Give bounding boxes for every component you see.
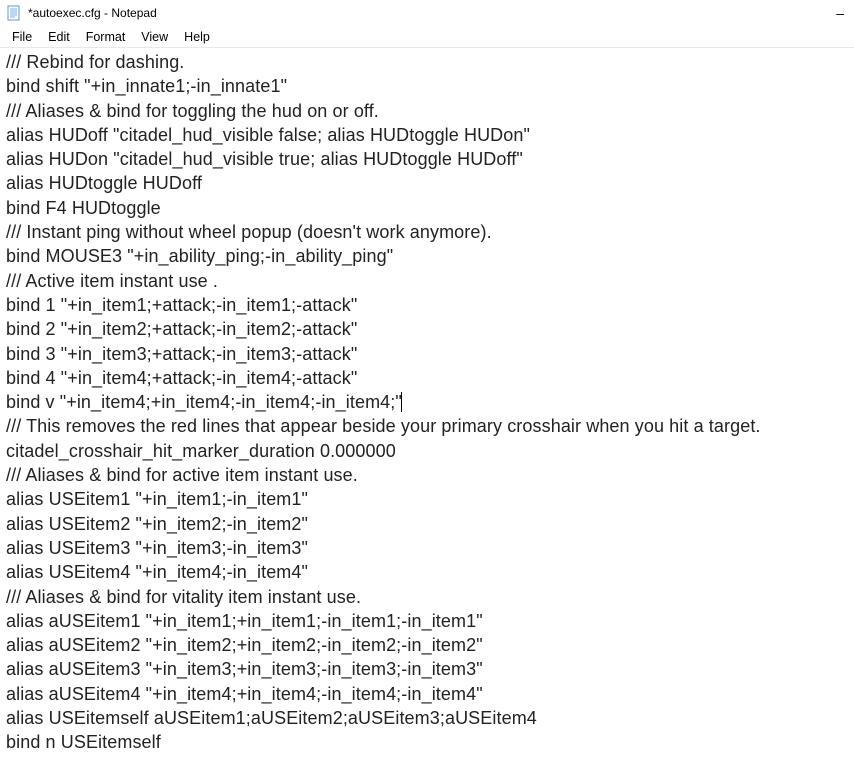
window-title: *autoexec.cfg - Notepad xyxy=(28,6,157,20)
text-line: /// This removes the red lines that appe… xyxy=(6,414,848,438)
text-line: alias aUSEitem2 "+in_item2;+in_item2;-in… xyxy=(6,633,848,657)
text-line: alias USEitem2 "+in_item2;-in_item2" xyxy=(6,512,848,536)
text-line: alias aUSEitem3 "+in_item3;+in_item3;-in… xyxy=(6,657,848,681)
menu-help[interactable]: Help xyxy=(176,28,218,46)
minimize-indicator[interactable]: – xyxy=(836,5,848,21)
menu-view[interactable]: View xyxy=(133,28,176,46)
text-line: bind 2 "+in_item2;+attack;-in_item2;-att… xyxy=(6,317,848,341)
text-line: /// Aliases & bind for active item insta… xyxy=(6,463,848,487)
text-line: alias HUDon "citadel_hud_visible true; a… xyxy=(6,147,848,171)
text-line: /// Active item instant use . xyxy=(6,269,848,293)
menu-format[interactable]: Format xyxy=(78,28,134,46)
text-line: alias HUDtoggle HUDoff xyxy=(6,171,848,195)
text-editor-content[interactable]: /// Rebind for dashing.bind shift "+in_i… xyxy=(0,48,854,757)
text-line: alias USEitem4 "+in_item4;-in_item4" xyxy=(6,560,848,584)
text-line: alias USEitem1 "+in_item1;-in_item1" xyxy=(6,487,848,511)
text-line: bind MOUSE3 "+in_ability_ping;-in_abilit… xyxy=(6,244,848,268)
text-line: bind 3 "+in_item3;+attack;-in_item3;-att… xyxy=(6,342,848,366)
text-line: /// Rebind for dashing. xyxy=(6,50,848,74)
text-line: bind F4 HUDtoggle xyxy=(6,196,848,220)
text-line: bind v "+in_item4;+in_item4;-in_item4;-i… xyxy=(6,390,848,414)
menu-file[interactable]: File xyxy=(4,28,40,46)
text-line: alias HUDoff "citadel_hud_visible false;… xyxy=(6,123,848,147)
text-line: /// Instant ping without wheel popup (do… xyxy=(6,220,848,244)
text-line: bind n USEitemself xyxy=(6,730,848,754)
text-line: bind shift "+in_innate1;-in_innate1" xyxy=(6,74,848,98)
text-line: bind 4 "+in_item4;+attack;-in_item4;-att… xyxy=(6,366,848,390)
text-cursor xyxy=(401,392,402,412)
text-line: citadel_crosshair_hit_marker_duration 0.… xyxy=(6,439,848,463)
text-line: bind 1 "+in_item1;+attack;-in_item1;-att… xyxy=(6,293,848,317)
text-line: alias USEitem3 "+in_item3;-in_item3" xyxy=(6,536,848,560)
title-bar: *autoexec.cfg - Notepad – xyxy=(0,0,854,26)
notepad-icon xyxy=(6,5,22,21)
menu-edit[interactable]: Edit xyxy=(40,28,78,46)
text-line: alias aUSEitem1 "+in_item1;+in_item1;-in… xyxy=(6,609,848,633)
text-line: alias aUSEitem4 "+in_item4;+in_item4;-in… xyxy=(6,682,848,706)
text-line: /// Aliases & bind for toggling the hud … xyxy=(6,99,848,123)
menu-bar: File Edit Format View Help xyxy=(0,26,854,48)
text-line: alias USEitemself aUSEitem1;aUSEitem2;aU… xyxy=(6,706,848,730)
text-line: /// Aliases & bind for vitality item ins… xyxy=(6,585,848,609)
